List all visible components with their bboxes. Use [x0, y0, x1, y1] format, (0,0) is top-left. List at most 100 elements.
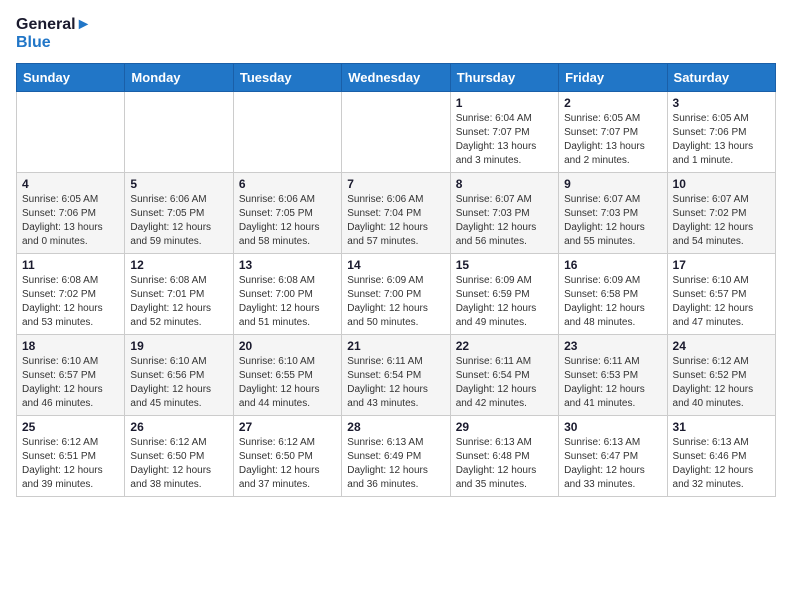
calendar-cell: 13 Sunrise: 6:08 AM Sunset: 7:00 PM Dayli…	[233, 254, 341, 335]
day-number: 25	[22, 420, 119, 434]
day-info: Sunrise: 6:12 AM Sunset: 6:50 PM Dayligh…	[239, 436, 336, 492]
calendar-cell: 15 Sunrise: 6:09 AM Sunset: 6:59 PM Dayli…	[450, 254, 558, 335]
day-number: 27	[239, 420, 336, 434]
calendar-cell	[342, 92, 450, 173]
day-number: 29	[456, 420, 553, 434]
day-info: Sunrise: 6:10 AM Sunset: 6:57 PM Dayligh…	[22, 355, 119, 411]
column-header-tuesday: Tuesday	[233, 64, 341, 92]
calendar-cell: 2 Sunrise: 6:05 AM Sunset: 7:07 PM Daylig…	[559, 92, 667, 173]
day-info: Sunrise: 6:07 AM Sunset: 7:03 PM Dayligh…	[456, 193, 553, 249]
day-info: Sunrise: 6:05 AM Sunset: 7:07 PM Dayligh…	[564, 112, 661, 168]
calendar-cell	[233, 92, 341, 173]
day-number: 16	[564, 258, 661, 272]
calendar-cell: 21 Sunrise: 6:11 AM Sunset: 6:54 PM Dayli…	[342, 335, 450, 416]
day-number: 1	[456, 96, 553, 110]
calendar-cell: 24Sunrise: 6:12 AM Sunset: 6:52 PM Dayli…	[667, 335, 775, 416]
column-header-saturday: Saturday	[667, 64, 775, 92]
day-info: Sunrise: 6:11 AM Sunset: 6:54 PM Dayligh…	[347, 355, 444, 411]
column-header-friday: Friday	[559, 64, 667, 92]
day-info: Sunrise: 6:13 AM Sunset: 6:46 PM Dayligh…	[673, 436, 770, 492]
calendar-cell	[17, 92, 125, 173]
calendar-cell: 20 Sunrise: 6:10 AM Sunset: 6:55 PM Dayli…	[233, 335, 341, 416]
column-header-thursday: Thursday	[450, 64, 558, 92]
day-number: 24	[673, 339, 770, 353]
day-info: Sunrise: 6:10 AM Sunset: 6:56 PM Dayligh…	[130, 355, 227, 411]
day-info: Sunrise: 6:12 AM Sunset: 6:51 PM Dayligh…	[22, 436, 119, 492]
day-number: 28	[347, 420, 444, 434]
day-number: 15	[456, 258, 553, 272]
calendar-cell: 4 Sunrise: 6:05 AM Sunset: 7:06 PM Daylig…	[17, 173, 125, 254]
calendar-cell: 22 Sunrise: 6:11 AM Sunset: 6:54 PM Dayli…	[450, 335, 558, 416]
day-number: 23	[564, 339, 661, 353]
day-info: Sunrise: 6:10 AM Sunset: 6:57 PM Dayligh…	[673, 274, 770, 330]
calendar-cell: 16 Sunrise: 6:09 AM Sunset: 6:58 PM Dayli…	[559, 254, 667, 335]
calendar-week-1: 1 Sunrise: 6:04 AM Sunset: 7:07 PM Daylig…	[17, 92, 776, 173]
calendar-cell: 19 Sunrise: 6:10 AM Sunset: 6:56 PM Dayli…	[125, 335, 233, 416]
day-number: 18	[22, 339, 119, 353]
day-number: 8	[456, 177, 553, 191]
logo: General► Blue	[16, 16, 91, 51]
calendar-cell: 5Sunrise: 6:06 AM Sunset: 7:05 PM Daylig…	[125, 173, 233, 254]
day-number: 21	[347, 339, 444, 353]
day-info: Sunrise: 6:08 AM Sunset: 7:02 PM Dayligh…	[22, 274, 119, 330]
day-info: Sunrise: 6:06 AM Sunset: 7:04 PM Dayligh…	[347, 193, 444, 249]
day-info: Sunrise: 6:12 AM Sunset: 6:50 PM Dayligh…	[130, 436, 227, 492]
day-number: 13	[239, 258, 336, 272]
calendar-cell: 14 Sunrise: 6:09 AM Sunset: 7:00 PM Dayli…	[342, 254, 450, 335]
calendar-cell: 7Sunrise: 6:06 AM Sunset: 7:04 PM Daylig…	[342, 173, 450, 254]
calendar-cell: 8 Sunrise: 6:07 AM Sunset: 7:03 PM Daylig…	[450, 173, 558, 254]
calendar-cell: 6Sunrise: 6:06 AM Sunset: 7:05 PM Daylig…	[233, 173, 341, 254]
day-info: Sunrise: 6:10 AM Sunset: 6:55 PM Dayligh…	[239, 355, 336, 411]
day-number: 20	[239, 339, 336, 353]
day-number: 4	[22, 177, 119, 191]
day-number: 2	[564, 96, 661, 110]
page-header: General► Blue	[16, 16, 776, 51]
day-info: Sunrise: 6:04 AM Sunset: 7:07 PM Dayligh…	[456, 112, 553, 168]
day-info: Sunrise: 6:05 AM Sunset: 7:06 PM Dayligh…	[22, 193, 119, 249]
column-header-wednesday: Wednesday	[342, 64, 450, 92]
day-info: Sunrise: 6:11 AM Sunset: 6:53 PM Dayligh…	[564, 355, 661, 411]
day-number: 12	[130, 258, 227, 272]
calendar-cell: 29 Sunrise: 6:13 AM Sunset: 6:48 PM Dayli…	[450, 416, 558, 497]
day-number: 14	[347, 258, 444, 272]
day-number: 22	[456, 339, 553, 353]
calendar-cell: 10Sunrise: 6:07 AM Sunset: 7:02 PM Dayli…	[667, 173, 775, 254]
day-number: 17	[673, 258, 770, 272]
day-info: Sunrise: 6:06 AM Sunset: 7:05 PM Dayligh…	[130, 193, 227, 249]
calendar-week-4: 18 Sunrise: 6:10 AM Sunset: 6:57 PM Dayli…	[17, 335, 776, 416]
calendar-week-3: 11 Sunrise: 6:08 AM Sunset: 7:02 PM Dayli…	[17, 254, 776, 335]
calendar-cell: 26 Sunrise: 6:12 AM Sunset: 6:50 PM Dayli…	[125, 416, 233, 497]
logo-wordmark: General► Blue	[16, 16, 91, 51]
calendar-cell: 27 Sunrise: 6:12 AM Sunset: 6:50 PM Dayli…	[233, 416, 341, 497]
day-info: Sunrise: 6:08 AM Sunset: 7:01 PM Dayligh…	[130, 274, 227, 330]
day-info: Sunrise: 6:06 AM Sunset: 7:05 PM Dayligh…	[239, 193, 336, 249]
day-info: Sunrise: 6:11 AM Sunset: 6:54 PM Dayligh…	[456, 355, 553, 411]
day-info: Sunrise: 6:05 AM Sunset: 7:06 PM Dayligh…	[673, 112, 770, 168]
calendar-cell: 31 Sunrise: 6:13 AM Sunset: 6:46 PM Dayli…	[667, 416, 775, 497]
calendar-cell: 30Sunrise: 6:13 AM Sunset: 6:47 PM Dayli…	[559, 416, 667, 497]
calendar-cell: 23 Sunrise: 6:11 AM Sunset: 6:53 PM Dayli…	[559, 335, 667, 416]
calendar-table: SundayMondayTuesdayWednesdayThursdayFrid…	[16, 63, 776, 497]
calendar-header-row: SundayMondayTuesdayWednesdayThursdayFrid…	[17, 64, 776, 92]
day-info: Sunrise: 6:13 AM Sunset: 6:49 PM Dayligh…	[347, 436, 444, 492]
day-info: Sunrise: 6:08 AM Sunset: 7:00 PM Dayligh…	[239, 274, 336, 330]
day-number: 30	[564, 420, 661, 434]
day-info: Sunrise: 6:09 AM Sunset: 6:58 PM Dayligh…	[564, 274, 661, 330]
day-info: Sunrise: 6:09 AM Sunset: 6:59 PM Dayligh…	[456, 274, 553, 330]
calendar-cell: 17 Sunrise: 6:10 AM Sunset: 6:57 PM Dayli…	[667, 254, 775, 335]
day-number: 11	[22, 258, 119, 272]
day-number: 31	[673, 420, 770, 434]
day-number: 26	[130, 420, 227, 434]
calendar-cell: 18 Sunrise: 6:10 AM Sunset: 6:57 PM Dayli…	[17, 335, 125, 416]
day-info: Sunrise: 6:09 AM Sunset: 7:00 PM Dayligh…	[347, 274, 444, 330]
calendar-cell: 12 Sunrise: 6:08 AM Sunset: 7:01 PM Dayli…	[125, 254, 233, 335]
day-info: Sunrise: 6:13 AM Sunset: 6:48 PM Dayligh…	[456, 436, 553, 492]
calendar-cell: 25 Sunrise: 6:12 AM Sunset: 6:51 PM Dayli…	[17, 416, 125, 497]
calendar-cell	[125, 92, 233, 173]
calendar-week-5: 25 Sunrise: 6:12 AM Sunset: 6:51 PM Dayli…	[17, 416, 776, 497]
day-number: 19	[130, 339, 227, 353]
calendar-cell: 11 Sunrise: 6:08 AM Sunset: 7:02 PM Dayli…	[17, 254, 125, 335]
day-info: Sunrise: 6:07 AM Sunset: 7:02 PM Dayligh…	[673, 193, 770, 249]
calendar-cell: 9Sunrise: 6:07 AM Sunset: 7:03 PM Daylig…	[559, 173, 667, 254]
day-info: Sunrise: 6:07 AM Sunset: 7:03 PM Dayligh…	[564, 193, 661, 249]
